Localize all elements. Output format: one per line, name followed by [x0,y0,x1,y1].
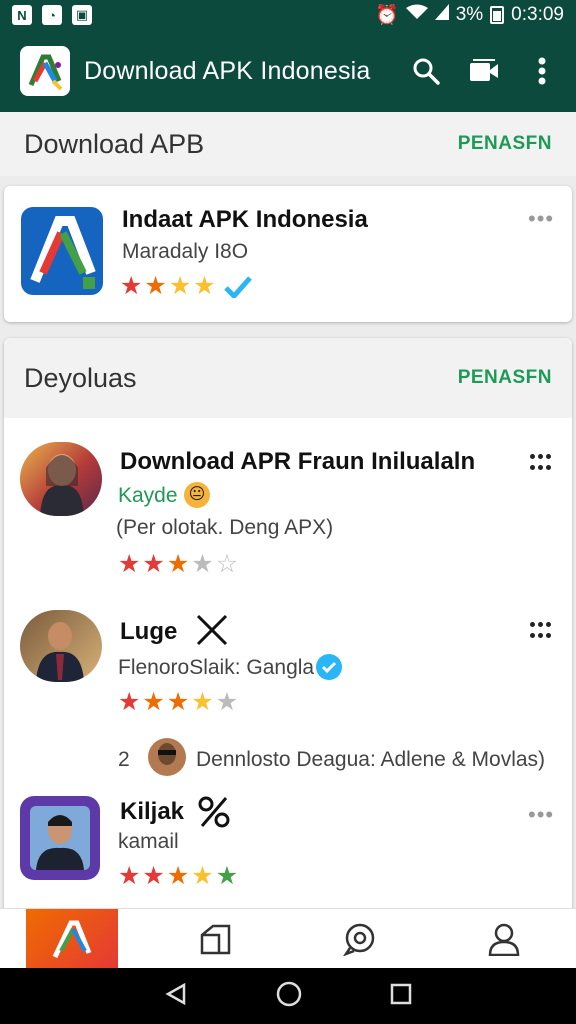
nav-messages[interactable] [288,909,432,968]
back-icon[interactable] [164,982,188,1011]
checkmark-icon [224,274,252,303]
system-navigation-bar [0,968,576,1024]
nav-store[interactable] [144,909,288,968]
home-logo-icon [26,908,118,969]
avatar [20,610,102,682]
verified-icon [316,654,342,680]
app-title: Download APK Indonesia [84,56,371,85]
featured-app-icon [21,207,103,295]
more-grid-icon[interactable] [530,454,552,472]
store-icon [200,924,231,954]
section-card: Deyoluas PENASFN Download APR Fraun Inil… [4,338,572,918]
reply-count: 2 [118,748,130,771]
avatar [148,738,186,776]
section-header-deyoluas: Deyoluas PENASFN [4,338,572,418]
nav-home[interactable] [0,908,144,969]
item-description: (Per olotak. Deng APX) [116,516,334,539]
more-horiz-icon[interactable]: ••• [528,802,554,828]
notification-app-icon: ◔ [42,5,62,25]
app-logo[interactable] [20,46,70,96]
nav-profile[interactable] [432,909,576,968]
section-title: Download APB [24,128,205,159]
recents-icon[interactable] [390,983,412,1010]
more-grid-icon[interactable] [530,622,552,640]
section-header-download: Download APB PENASFN [0,112,576,176]
bottom-navigation [0,908,576,969]
battery-icon [490,6,505,24]
avatar [20,442,102,516]
emoji-icon: 😐 [184,482,210,508]
app-developer: Maradaly I8O [122,240,249,263]
rating-stars: ★ ★ ★ ★ ☆ [118,550,239,578]
tools-cross-icon [194,612,230,653]
wifi-icon [405,4,428,26]
signal-icon [434,4,449,26]
reply-text: Dennlosto Deagua: Adlene & Movlas) [196,748,546,771]
rating-stars: ★ ★ ★ ★ ★ [118,862,239,890]
clock: 0:3:09 [511,4,564,25]
section-action-link[interactable]: PENASFN [458,133,552,155]
avatar [20,796,100,880]
rating-stars: ★ ★ ★ ★ [120,272,216,300]
item-subtitle: Kayde [118,484,178,507]
featured-app-card[interactable]: Indaat APK Indonesia Maradaly I8O ★ ★ ★ ★ •… [4,186,572,322]
percent-icon [196,794,232,835]
app-bar: Download APK Indonesia [0,30,576,112]
battery-percent: 3% [455,4,484,25]
status-bar: N ◔ ▣ ⏰ 3% 0:3:09 [0,0,576,30]
chat-icon [343,923,375,956]
home-circle-icon[interactable] [276,981,302,1012]
more-horiz-icon[interactable]: ••• [528,206,554,232]
item-subtitle: FlenoroSlaik: Gangla [118,656,315,679]
search-icon[interactable] [410,55,442,87]
app-name: Indaat APK Indonesia [122,206,368,233]
more-vert-icon[interactable] [526,55,558,87]
section-title: Deyoluas [24,362,137,393]
item-name: Kiljak [120,798,185,825]
item-name: Download APR Fraun Inilualaln [120,448,476,475]
alarm-icon: ⏰ [375,5,399,26]
section-action-link[interactable]: PENASFN [458,367,552,389]
rating-stars: ★ ★ ★ ★ ★ [118,688,239,716]
item-name: Luge [120,618,178,645]
item-subtitle: kamail [118,830,179,853]
profile-icon [488,923,520,956]
notification-image-icon: ▣ [72,5,92,25]
video-cast-icon[interactable] [468,55,500,87]
notification-n-icon: N [12,5,32,25]
